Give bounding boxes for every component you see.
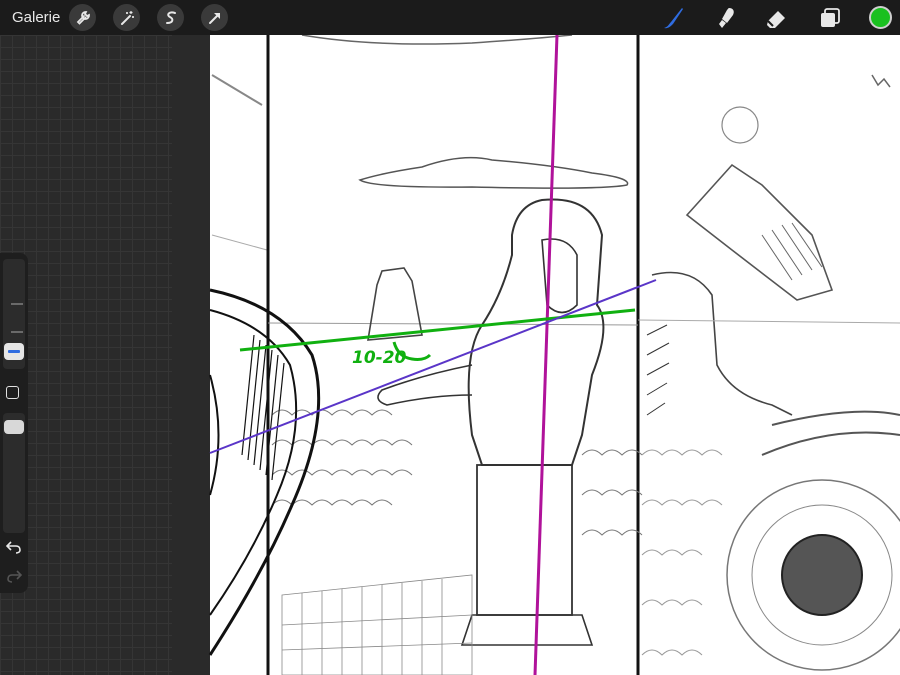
left-sidebar [0, 253, 28, 593]
opacity-handle[interactable] [4, 420, 24, 434]
opacity-slider[interactable] [3, 413, 25, 533]
selection-s-icon[interactable] [157, 4, 184, 31]
wrench-icon[interactable] [69, 4, 96, 31]
redo-icon[interactable] [6, 569, 23, 588]
smudge-icon[interactable] [713, 5, 739, 31]
brush-size-handle[interactable] [4, 343, 24, 360]
magic-wand-icon[interactable] [113, 4, 140, 31]
color-picker-button[interactable] [869, 6, 892, 29]
artwork-sketch [172, 35, 900, 675]
angle-annotation-text: 10-20 [352, 348, 407, 368]
square-icon[interactable] [6, 386, 19, 399]
top-toolbar: Galerie [0, 0, 900, 35]
drawing-canvas[interactable]: 10-20 [172, 35, 900, 675]
eraser-icon[interactable] [764, 5, 790, 31]
layers-icon[interactable] [817, 5, 843, 31]
brush-size-slider[interactable] [3, 259, 25, 369]
undo-icon[interactable] [5, 540, 22, 559]
transform-arrow-icon[interactable] [201, 4, 228, 31]
brush-icon[interactable] [660, 5, 686, 31]
gallery-button[interactable]: Galerie [12, 9, 60, 26]
